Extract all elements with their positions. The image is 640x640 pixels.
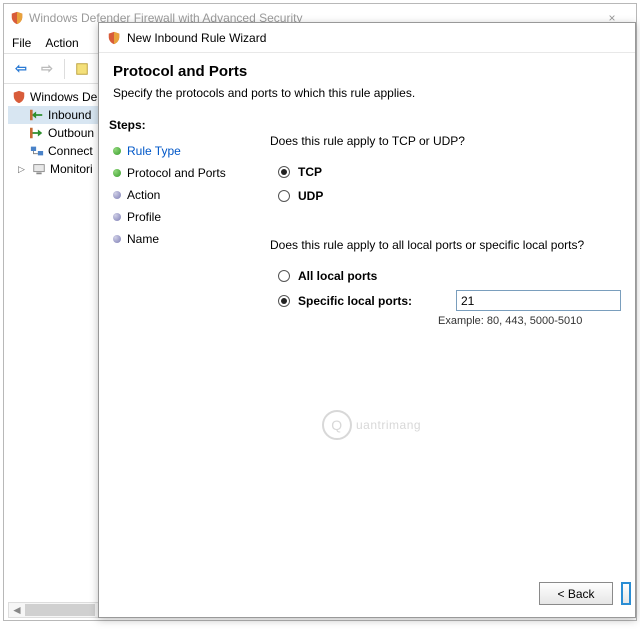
wizard-heading: Protocol and Ports <box>113 63 621 80</box>
step-label: Profile <box>127 210 161 224</box>
nav-forward-button: ⇨ <box>36 58 58 80</box>
next-button[interactable] <box>621 582 631 605</box>
bullet-icon <box>113 213 121 221</box>
step-rule-type[interactable]: Rule Type <box>109 140 244 162</box>
radio-icon[interactable] <box>278 190 290 202</box>
tree-item-label: Monitori <box>50 162 93 176</box>
bullet-icon <box>113 147 121 155</box>
wizard-button-row: < Back <box>539 582 635 605</box>
option-all-ports[interactable]: All local ports <box>278 266 621 286</box>
steps-header: Steps: <box>109 118 244 132</box>
ports-example: Example: 80, 443, 5000-5010 <box>438 315 621 327</box>
step-label: Protocol and Ports <box>127 166 226 180</box>
wizard-titlebar: New Inbound Rule Wizard <box>99 23 635 53</box>
tree-root-label: Windows De <box>30 90 97 104</box>
firewall-icon <box>107 31 121 45</box>
step-profile[interactable]: Profile <box>109 206 244 228</box>
bullet-icon <box>113 169 121 177</box>
outbound-icon <box>30 126 44 140</box>
back-button[interactable]: < Back <box>539 582 613 605</box>
radio-icon[interactable] <box>278 270 290 282</box>
radio-icon[interactable] <box>278 166 290 178</box>
ports-input[interactable] <box>456 290 621 311</box>
toolbar-button-1[interactable] <box>71 58 93 80</box>
tree-item-label: Inbound <box>48 108 91 122</box>
bullet-icon <box>113 191 121 199</box>
step-label: Name <box>127 232 159 246</box>
option-tcp[interactable]: TCP <box>278 162 621 182</box>
radio-icon[interactable] <box>278 295 290 307</box>
option-specific-ports[interactable]: Specific local ports: <box>278 290 621 311</box>
firewall-icon <box>10 11 24 25</box>
tree-item-label: Connect <box>48 144 93 158</box>
connection-icon <box>30 144 44 158</box>
option-label: UDP <box>298 189 323 203</box>
step-name[interactable]: Name <box>109 228 244 250</box>
step-protocol-ports: Protocol and Ports <box>109 162 244 184</box>
option-label: TCP <box>298 165 322 179</box>
bullet-icon <box>113 235 121 243</box>
wizard-header: Protocol and Ports Specify the protocols… <box>99 53 635 112</box>
monitoring-icon <box>32 162 46 176</box>
wizard-subheading: Specify the protocols and ports to which… <box>113 86 621 100</box>
option-label: All local ports <box>298 269 377 283</box>
tree-item-label: Outboun <box>48 126 94 140</box>
wizard-title-text: New Inbound Rule Wizard <box>127 31 266 45</box>
menu-file[interactable]: File <box>12 36 31 50</box>
wizard-panel: Does this rule apply to TCP or UDP? TCP … <box>244 112 635 558</box>
inbound-icon <box>30 108 44 122</box>
option-label: Specific local ports: <box>298 294 448 308</box>
nav-back-button[interactable]: ⇦ <box>10 58 32 80</box>
question-protocol: Does this rule apply to TCP or UDP? <box>270 134 621 148</box>
menu-action[interactable]: Action <box>45 36 78 50</box>
chevron-right-icon[interactable]: ▷ <box>18 164 28 175</box>
step-action[interactable]: Action <box>109 184 244 206</box>
question-ports: Does this rule apply to all local ports … <box>270 238 621 252</box>
option-udp[interactable]: UDP <box>278 186 621 206</box>
wizard-dialog: New Inbound Rule Wizard Protocol and Por… <box>98 22 636 618</box>
wizard-steps: Steps: Rule Type Protocol and Ports Acti… <box>99 112 244 558</box>
step-link[interactable]: Rule Type <box>127 144 181 158</box>
firewall-icon <box>12 90 26 104</box>
step-label: Action <box>127 188 160 202</box>
